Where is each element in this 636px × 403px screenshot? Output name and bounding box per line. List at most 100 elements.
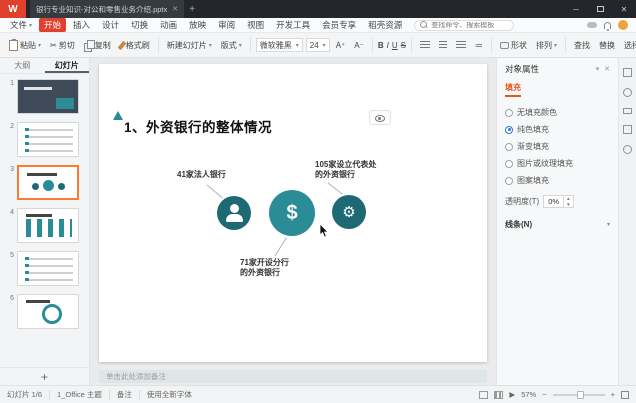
person-circle[interactable] — [217, 196, 251, 230]
zoom-in-button[interactable]: + — [611, 390, 615, 399]
label-corporate-banks[interactable]: 41家法人银行 — [177, 170, 226, 180]
help-icon[interactable] — [623, 145, 632, 154]
tab-outline[interactable]: 大纲 — [0, 58, 45, 73]
gear-circle[interactable]: ⚙ — [332, 195, 366, 229]
align-left-button[interactable] — [417, 39, 433, 51]
decorative-triangle — [113, 111, 123, 120]
find-button[interactable]: 查找 — [571, 38, 593, 53]
menu-tab-animation[interactable]: 动画 — [155, 18, 182, 32]
minimize-button[interactable]: ─ — [564, 0, 588, 18]
fullscreen-icon[interactable] — [621, 391, 629, 399]
paste-button[interactable]: 粘贴 ▾ — [6, 38, 44, 53]
fill-option-pattern[interactable]: 图案填充 — [505, 175, 610, 186]
quick-view-button[interactable] — [369, 110, 391, 125]
slide-thumbnail-1[interactable] — [17, 79, 79, 114]
fill-section-tab[interactable]: 填充 — [505, 82, 521, 97]
slide-thumbnail-3[interactable] — [17, 165, 79, 200]
arrange-button[interactable]: 排列 ▾ — [533, 38, 560, 53]
chevron-down-icon: ▾ — [323, 42, 326, 49]
slide-title[interactable]: 1、外资银行的整体情况 — [124, 116, 272, 136]
add-slide-button[interactable]: + — [0, 367, 89, 385]
animation-pane-icon[interactable] — [623, 88, 632, 97]
notes-input[interactable]: 单击此处添加备注 — [99, 370, 487, 383]
slide-thumbnail-5[interactable] — [17, 251, 79, 286]
wps-logo[interactable]: W — [0, 0, 26, 18]
fill-option-solid[interactable]: 纯色填充 — [505, 124, 610, 135]
font-family-select[interactable]: 微软雅黑 ▾ — [256, 38, 303, 52]
chevron-down-icon: ▾ — [554, 42, 557, 49]
line-section-header[interactable]: 线条(N) ▾ — [505, 219, 610, 230]
font-tip-link[interactable]: 使用全新字体 — [147, 389, 192, 400]
increase-font-button[interactable]: A⁺ — [333, 39, 349, 52]
avatar[interactable] — [618, 20, 628, 30]
decrease-font-button[interactable]: A⁻ — [351, 39, 367, 52]
normal-view-icon[interactable] — [479, 391, 488, 399]
fill-option-none[interactable]: 无填充颜色 — [505, 107, 610, 118]
slide-thumbnail-6[interactable] — [17, 294, 79, 329]
replace-button[interactable]: 替换 — [596, 38, 618, 53]
stepper-down-icon[interactable]: ▼ — [564, 202, 572, 208]
chevron-down-icon[interactable]: ▾ — [596, 65, 600, 73]
slide-thumbnail-2[interactable] — [17, 122, 79, 157]
tab-slides[interactable]: 幻灯片 — [45, 58, 90, 73]
zoom-slider-knob[interactable] — [577, 391, 584, 399]
transparency-stepper[interactable]: 0% ▲ ▼ — [543, 195, 573, 208]
copy-button[interactable]: 复制 — [81, 38, 114, 53]
bell-icon[interactable] — [604, 22, 611, 29]
underline-button[interactable]: U — [392, 41, 398, 50]
notes-toggle-button[interactable]: 备注 — [117, 389, 132, 400]
shapes-button[interactable]: 形状 — [497, 38, 530, 53]
new-tab-button[interactable]: + — [184, 4, 200, 15]
properties-icon[interactable] — [623, 68, 632, 77]
label-branch-banks[interactable]: 71家开设分行 的外资银行 — [240, 258, 289, 279]
menu-tab-docer[interactable]: 稻壳资源 — [363, 18, 407, 32]
zoom-slider[interactable] — [553, 394, 605, 396]
menu-tab-slideshow[interactable]: 放映 — [184, 18, 211, 32]
search-input[interactable] — [431, 22, 508, 29]
menu-tab-review[interactable]: 审阅 — [213, 18, 240, 32]
design-pane-icon[interactable] — [623, 108, 632, 114]
new-slide-button[interactable]: 新建幻灯片 ▾ — [164, 38, 215, 53]
cut-button[interactable]: ✂ 剪切 — [47, 38, 78, 53]
menu-tab-view[interactable]: 视图 — [242, 18, 269, 32]
slide-canvas[interactable]: 1、外资银行的整体情况 41家法人银行 105家设立代表处 的外资银行 71家开… — [99, 64, 487, 362]
fill-option-gradient[interactable]: 渐变填充 — [505, 141, 610, 152]
font-size-select[interactable]: 24 ▾ — [306, 38, 330, 52]
zoom-out-button[interactable]: − — [542, 390, 546, 399]
toolbar-divider — [250, 37, 251, 53]
menu-tab-devtools[interactable]: 开发工具 — [271, 18, 315, 32]
bullets-button[interactable]: ≔ — [472, 39, 486, 52]
select-button[interactable]: 选择 ▾ — [621, 38, 636, 53]
menu-tab-design[interactable]: 设计 — [97, 18, 124, 32]
menu-tab-insert[interactable]: 插入 — [68, 18, 95, 32]
label-representative-offices[interactable]: 105家设立代表处 的外资银行 — [315, 160, 376, 181]
tab-close-icon[interactable]: ✕ — [172, 5, 178, 13]
format-painter-button[interactable]: 格式刷 — [117, 38, 153, 53]
menu-file[interactable]: 文件 ▾ — [5, 19, 37, 31]
italic-button[interactable]: I — [387, 41, 389, 50]
maximize-button[interactable] — [588, 0, 612, 18]
align-center-button[interactable] — [436, 39, 450, 51]
cloud-sync-icon[interactable] — [587, 22, 597, 28]
close-button[interactable]: ✕ — [612, 0, 636, 18]
slide-sorter-icon[interactable] — [494, 391, 503, 399]
align-right-button[interactable] — [453, 39, 469, 51]
strikethrough-button[interactable]: S — [401, 41, 406, 50]
layout-button[interactable]: 版式 ▾ — [218, 38, 245, 53]
play-icon[interactable]: ▶ — [509, 390, 515, 399]
menu-tab-transitions[interactable]: 切换 — [126, 18, 153, 32]
dollar-circle[interactable]: $ — [269, 190, 315, 236]
paste-label: 粘贴 — [20, 40, 36, 51]
selection-pane-icon[interactable] — [623, 125, 632, 134]
document-tab[interactable]: 银行专业知识-对公和零售业务介绍.pptx ✕ — [30, 0, 184, 18]
transparency-control: 透明度(T) 0% ▲ ▼ — [505, 195, 610, 208]
zoom-percent[interactable]: 57% — [521, 390, 536, 399]
menu-tab-member[interactable]: 会员专享 — [317, 18, 361, 32]
slide-thumbnail-4[interactable] — [17, 208, 79, 243]
menu-tab-home[interactable]: 开始 — [39, 18, 66, 32]
close-icon[interactable]: ✕ — [604, 65, 610, 73]
fill-option-picture[interactable]: 图片或纹理填充 — [505, 158, 610, 169]
new-slide-label: 新建幻灯片 — [167, 40, 207, 51]
bold-button[interactable]: B — [378, 41, 384, 50]
command-search-box[interactable] — [414, 20, 514, 31]
